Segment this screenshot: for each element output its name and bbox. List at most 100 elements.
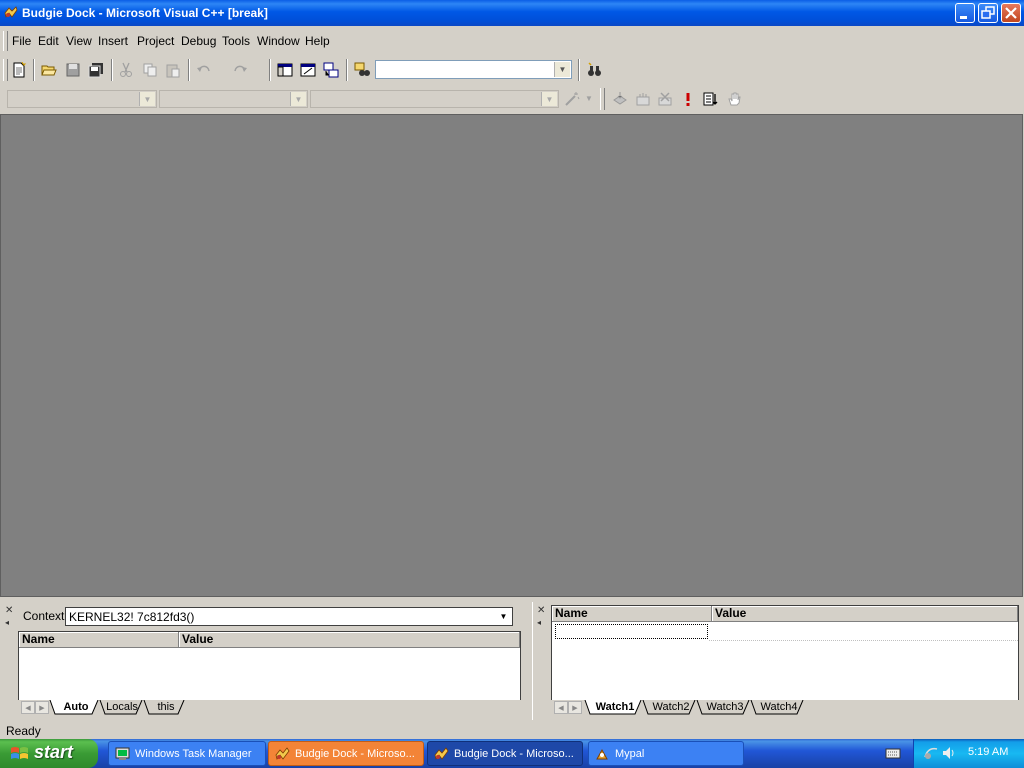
copy-button[interactable] [139,59,161,81]
new-text-file-button[interactable] [8,59,30,81]
window-title: Budgie Dock - Microsoft Visual C++ [brea… [22,6,268,20]
chevron-down-icon[interactable]: ▼ [139,92,155,106]
undo-button[interactable] [193,59,215,81]
filter-combo[interactable]: ▼ [159,90,308,108]
row-divider [709,640,1018,641]
build-button[interactable] [632,88,654,110]
workspace-window-icon [277,63,293,77]
volume-icon[interactable] [941,745,957,761]
restore-button[interactable] [978,3,998,23]
menu-project[interactable]: Project [137,34,174,48]
tab-watch1[interactable]: Watch1 [591,700,639,715]
tab-this[interactable]: this [148,700,184,715]
window-list-icon [323,62,339,78]
compile-button[interactable] [609,88,631,110]
context-combo[interactable]: KERNEL32! 7c812fd3() ▼ [65,607,513,626]
menu-file[interactable]: File [12,34,31,48]
watch-entry-cell[interactable] [555,624,708,639]
menu-tools[interactable]: Tools [222,34,250,48]
binoculars-icon [588,62,601,76]
tab-watch3[interactable]: Watch3 [701,700,749,715]
tab-scroll-arrows[interactable]: ◀ ▶ [554,701,584,715]
menu-grip[interactable] [3,31,8,51]
build-toolbar-grip[interactable] [600,88,605,110]
variables-list[interactable]: Name Value [18,631,521,701]
exclamation-icon [686,93,690,106]
menu-edit[interactable]: Edit [38,34,59,48]
menu-insert[interactable]: Insert [98,34,128,48]
column-header-value[interactable]: Value [712,606,1018,622]
chevron-down-icon[interactable]: ▼ [554,62,570,77]
workspace-button[interactable] [274,59,296,81]
watch-pane: ✕ ◂ Name Value ◀ ▶ Watch1 Watch2 Watch3 W… [532,602,1024,720]
cut-button[interactable] [115,59,137,81]
stop-build-button[interactable] [654,88,676,110]
network-icon[interactable] [923,745,939,761]
build-icon [636,93,650,106]
task-button-visual-cpp-1[interactable]: Budgie Dock - Microso... [268,741,424,766]
wizard-actions-button[interactable] [561,88,583,110]
chevron-down-icon[interactable]: ▼ [290,92,306,106]
tab-watch2[interactable]: Watch2 [647,700,695,715]
menu-window[interactable]: Window [257,34,300,48]
standard-toolbar: ▼ ▼ ▼ [0,56,608,128]
menu-help[interactable]: Help [305,34,330,48]
go-button[interactable] [700,88,722,110]
tab-locals[interactable]: Locals [102,700,142,715]
column-header-name[interactable]: Name [552,606,712,622]
save-button[interactable] [62,59,84,81]
task-label: Budgie Dock - Microso... [454,748,574,760]
title-bar[interactable]: Budgie Dock - Microsoft Visual C++ [brea… [0,0,1024,26]
column-header-name[interactable]: Name [19,632,179,648]
toolbar-separator [346,59,348,81]
redo-button[interactable] [229,59,251,81]
paste-icon [166,64,180,78]
task-manager-icon [115,747,130,760]
wizard-dropdown-icon[interactable]: ▼ [585,94,593,103]
chevron-down-icon[interactable]: ▼ [496,609,511,624]
dock-arrow-icon[interactable]: ◂ [537,618,541,627]
chevron-down-icon[interactable]: ▼ [541,92,557,106]
redo-icon [234,65,247,72]
watch-tabstrip: ◀ ▶ Watch1 Watch2 Watch3 Watch4 [551,700,1019,716]
open-button[interactable] [38,59,60,81]
find-combo[interactable]: ▼ [375,60,572,79]
scroll-right-icon[interactable]: ▶ [568,701,582,714]
scroll-right-icon[interactable]: ▶ [35,701,49,714]
clock[interactable]: 5:19 AM [968,746,1008,758]
close-icon[interactable]: ✕ [537,605,545,616]
magic-wand-icon [565,92,580,106]
task-button-task-manager[interactable]: Windows Task Manager [108,741,266,766]
task-button-mypal[interactable]: Mypal [588,741,744,766]
menu-debug[interactable]: Debug [181,34,216,48]
minimize-button[interactable] [955,3,975,23]
output-button[interactable] [297,59,319,81]
paste-button[interactable] [162,59,184,81]
tab-scroll-arrows[interactable]: ◀ ▶ [21,701,51,715]
window-list-button[interactable] [320,59,342,81]
menu-view[interactable]: View [66,34,92,48]
tab-watch4[interactable]: Watch4 [755,700,803,715]
members-combo[interactable]: ▼ [310,90,559,108]
tab-auto[interactable]: Auto [56,700,96,715]
wizard-toolbar: ▼ ▼ ▼ ▼ [0,86,750,112]
scroll-left-icon[interactable]: ◀ [21,701,35,714]
mdi-workspace[interactable] [0,114,1023,597]
find-button[interactable] [583,59,605,81]
keyboard-icon[interactable] [885,746,901,763]
scroll-left-icon[interactable]: ◀ [554,701,568,714]
find-in-files-button[interactable] [351,59,373,81]
restore-icon [981,6,995,19]
save-all-button[interactable] [85,59,107,81]
task-button-visual-cpp-2[interactable]: Budgie Dock - Microso... [427,741,583,766]
start-button[interactable]: start [0,739,98,768]
toolbar-separator [578,59,580,81]
class-combo[interactable]: ▼ [7,90,157,108]
insert-breakpoint-button[interactable] [723,88,745,110]
close-button[interactable] [1001,3,1021,23]
watch-list[interactable]: Name Value [551,605,1019,702]
dock-arrow-icon[interactable]: ◂ [5,618,9,627]
column-header-value[interactable]: Value [179,632,520,648]
execute-button[interactable] [677,88,699,110]
close-icon[interactable]: ✕ [5,605,13,616]
